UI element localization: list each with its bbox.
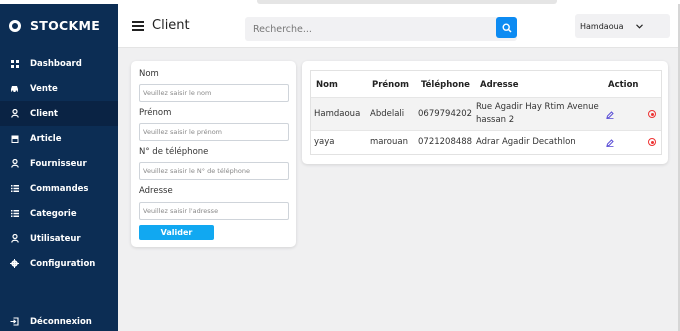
- table-row: Hamdaoua Abdelali 0679794202 Rue Agadir …: [311, 98, 661, 131]
- sidebar-item-label: Fournisseur: [30, 158, 87, 169]
- user-menu-dropdown[interactable]: Hamdaoua: [575, 14, 670, 38]
- page-title: Client: [152, 18, 190, 33]
- sidebar-item-categorie[interactable]: Categorie: [0, 201, 118, 226]
- search-icon: [501, 22, 512, 33]
- cell-nom: yaya: [314, 137, 335, 147]
- car-icon: [10, 84, 19, 93]
- telephone-label: N° de téléphone: [139, 147, 209, 157]
- sidebar-item-label: Configuration: [30, 258, 96, 269]
- prenom-label: Prénom: [139, 108, 172, 118]
- sidebar-item-label: Vente: [30, 83, 58, 94]
- menu-toggle-icon[interactable]: [132, 21, 144, 31]
- grid-icon: [10, 59, 19, 68]
- column-header-prenom: Prénom: [372, 80, 409, 90]
- client-form-card: Nom Prénom N° de téléphone Adresse Valid…: [131, 61, 296, 247]
- top-header: Client Hamdaoua: [118, 4, 680, 48]
- cell-telephone: 0679794202: [418, 109, 473, 119]
- sidebar-item-label: Commandes: [30, 183, 89, 194]
- chevron-down-icon: [635, 22, 643, 31]
- edit-icon[interactable]: [605, 110, 614, 119]
- sidebar-item-label: Article: [30, 133, 62, 144]
- column-header-telephone: Téléphone: [421, 80, 470, 90]
- list-icon: [10, 184, 19, 193]
- cell-adresse-line1: Adrar Agadir Decathlon: [476, 137, 576, 147]
- brand-logo-icon: [9, 19, 21, 32]
- valider-button[interactable]: Valider: [139, 225, 214, 240]
- search-button[interactable]: [496, 17, 517, 38]
- column-header-nom: Nom: [316, 80, 338, 90]
- sidebar-item-label: Utilisateur: [30, 233, 81, 244]
- client-table-card: Nom Prénom Téléphone Adresse Action Hamd…: [302, 61, 668, 164]
- search-bar: [245, 17, 517, 41]
- adresse-field[interactable]: [139, 202, 289, 220]
- sidebar-nav: Dashboard Vente Client Article Fournisse…: [0, 51, 118, 276]
- prenom-field[interactable]: [139, 123, 289, 141]
- cell-prenom: Abdelali: [370, 109, 405, 119]
- sidebar-item-client[interactable]: Client: [0, 101, 118, 126]
- sidebar-item-fournisseur[interactable]: Fournisseur: [0, 151, 118, 176]
- sidebar-item-commandes[interactable]: Commandes: [0, 176, 118, 201]
- brand-name: STOCKME: [30, 18, 101, 33]
- client-table: Nom Prénom Téléphone Adresse Action Hamd…: [310, 70, 662, 155]
- brand: STOCKME: [9, 18, 100, 33]
- logout-section: Déconnexion: [0, 309, 118, 331]
- nom-field[interactable]: [139, 84, 289, 102]
- delete-icon[interactable]: [648, 138, 656, 146]
- list-icon: [10, 209, 19, 218]
- sidebar-item-label: Categorie: [30, 208, 77, 219]
- sidebar-item-configuration[interactable]: Configuration: [0, 251, 118, 276]
- user-icon: [10, 234, 19, 243]
- search-input[interactable]: [245, 17, 495, 41]
- logout-label: Déconnexion: [30, 316, 92, 327]
- cell-prenom: marouan: [370, 137, 408, 147]
- edit-icon[interactable]: [605, 138, 614, 147]
- logout-button[interactable]: Déconnexion: [0, 309, 118, 331]
- cell-nom: Hamdaoua: [314, 109, 361, 119]
- table-row: yaya marouan 0721208488 Adrar Agadir Dec…: [311, 131, 661, 154]
- sidebar-item-dashboard[interactable]: Dashboard: [0, 51, 118, 76]
- sidebar-item-utilisateur[interactable]: Utilisateur: [0, 226, 118, 251]
- table-header: Nom Prénom Téléphone Adresse Action: [311, 71, 661, 98]
- user-icon: [10, 159, 19, 168]
- adresse-label: Adresse: [139, 186, 173, 196]
- delete-icon[interactable]: [648, 110, 656, 118]
- column-header-action: Action: [608, 80, 639, 90]
- nom-label: Nom: [139, 69, 159, 79]
- column-header-adresse: Adresse: [480, 80, 519, 90]
- user-icon: [10, 109, 19, 118]
- logout-icon: [10, 317, 19, 326]
- sidebar-item-label: Dashboard: [30, 58, 82, 69]
- gear-icon: [10, 259, 19, 268]
- cell-adresse-line2: hassan 2: [476, 115, 515, 125]
- cell-telephone: 0721208488: [418, 137, 473, 147]
- telephone-field[interactable]: [139, 162, 289, 180]
- sidebar: STOCKME Dashboard Vente Client Article F…: [0, 4, 118, 331]
- sidebar-item-article[interactable]: Article: [0, 126, 118, 151]
- sidebar-item-label: Client: [30, 108, 58, 119]
- cell-adresse-line1: Rue Agadir Hay Rtim Avenue: [476, 102, 599, 112]
- user-name: Hamdaoua: [580, 21, 624, 31]
- sidebar-item-vente[interactable]: Vente: [0, 76, 118, 101]
- box-icon: [10, 134, 19, 143]
